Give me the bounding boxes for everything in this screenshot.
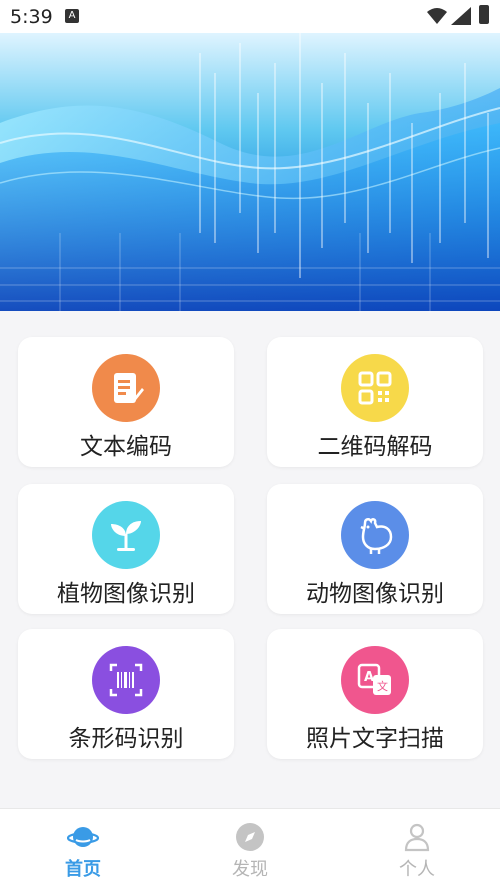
rooster-icon: [341, 501, 409, 569]
feature-label: 照片文字扫描: [306, 726, 444, 752]
plant-sprout-icon: [92, 501, 160, 569]
feature-card-qr-decode[interactable]: 二维码解码: [267, 337, 483, 467]
barcode-icon: [92, 646, 160, 714]
person-icon: [404, 823, 430, 852]
wifi-icon: [427, 8, 447, 24]
hero-banner: [0, 33, 500, 311]
status-time: 5:39: [10, 6, 53, 28]
compass-icon: [236, 823, 264, 851]
status-bar: 5:39 A: [0, 0, 500, 33]
qr-code-icon: [341, 354, 409, 422]
feature-card-text-encode[interactable]: 文本编码: [18, 337, 234, 467]
feature-label: 二维码解码: [317, 434, 433, 460]
feature-card-barcode-recognition[interactable]: 条形码识别: [18, 629, 234, 759]
feature-card-animal-recognition[interactable]: 动物图像识别: [267, 484, 483, 614]
feature-label: 动物图像识别: [306, 581, 444, 607]
svg-text:文: 文: [377, 679, 388, 693]
feature-card-plant-recognition[interactable]: 植物图像识别: [18, 484, 234, 614]
tab-label: 发现: [232, 859, 268, 880]
tab-label: 个人: [399, 859, 435, 880]
feature-card-photo-text-scan[interactable]: A文 照片文字扫描: [267, 629, 483, 759]
tab-discover[interactable]: 发现: [167, 809, 333, 889]
planet-home-icon: [67, 827, 99, 847]
data-wave-illustration: [0, 33, 500, 311]
tab-profile[interactable]: 个人: [334, 809, 500, 889]
feature-label: 文本编码: [80, 434, 172, 460]
translate-icon: A文: [341, 646, 409, 714]
signal-icon: [451, 7, 471, 25]
svg-text:A: A: [364, 670, 374, 685]
tab-label: 首页: [65, 859, 101, 880]
notification-icon: A: [65, 9, 79, 23]
battery-icon: [479, 5, 489, 24]
document-edit-icon: [92, 354, 160, 422]
feature-label: 植物图像识别: [57, 581, 195, 607]
bottom-tab-bar: 首页 发现 个人: [0, 808, 500, 889]
feature-label: 条形码识别: [68, 726, 184, 752]
tab-home[interactable]: 首页: [0, 809, 166, 889]
